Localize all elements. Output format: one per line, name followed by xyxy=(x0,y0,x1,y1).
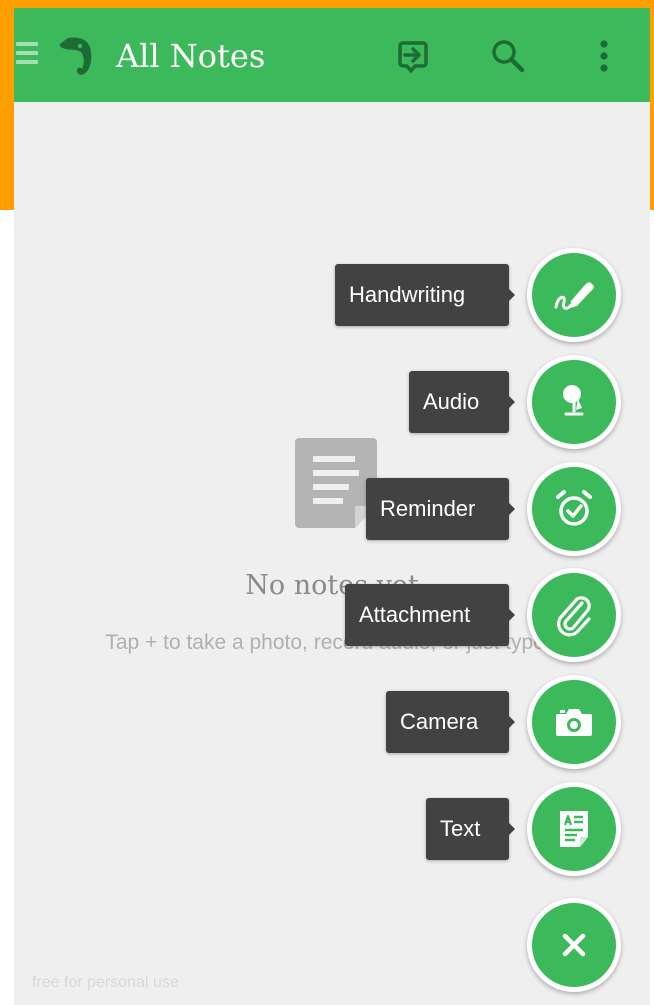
fab-camera-button[interactable] xyxy=(527,675,621,769)
fab-handwriting-button[interactable] xyxy=(527,248,621,342)
sync-button[interactable] xyxy=(388,32,436,80)
fab-label-camera[interactable]: Camera xyxy=(386,691,515,753)
fab-text-button[interactable] xyxy=(527,782,621,876)
paperclip-icon xyxy=(557,596,591,637)
overflow-menu-icon xyxy=(600,40,608,72)
elephant-logo-icon[interactable] xyxy=(50,32,98,80)
microphone-icon xyxy=(563,385,584,416)
fab-label-attachment[interactable]: Attachment xyxy=(345,584,515,646)
fab-label-text[interactable]: Text xyxy=(426,798,515,860)
app-bar: All Notes xyxy=(14,8,650,102)
fab-label-audio[interactable]: Audio xyxy=(409,371,515,433)
overflow-menu-button[interactable] xyxy=(580,32,628,80)
fab-label-reminder[interactable]: Reminder xyxy=(366,478,515,540)
handwriting-pen-icon xyxy=(554,282,594,310)
text-note-icon xyxy=(560,811,588,847)
sync-icon xyxy=(398,41,428,73)
alarm-clock-icon xyxy=(556,490,592,526)
app-screen: All Notes No notes yet Tap + to take a p… xyxy=(14,8,650,1005)
fab-label-handwriting[interactable]: Handwriting xyxy=(335,264,515,326)
search-button[interactable] xyxy=(484,32,532,80)
fab-audio-button[interactable] xyxy=(527,355,621,449)
fab-reminder-button[interactable] xyxy=(527,462,621,556)
camera-icon xyxy=(556,709,592,736)
fab-attachment-button[interactable] xyxy=(527,568,621,662)
watermark-text: free for personal use xyxy=(32,974,179,991)
fab-close-button[interactable] xyxy=(527,898,621,992)
close-icon xyxy=(562,933,586,957)
page-title: All Notes xyxy=(116,37,266,75)
hamburger-icon[interactable] xyxy=(16,42,42,66)
search-icon xyxy=(492,40,525,73)
